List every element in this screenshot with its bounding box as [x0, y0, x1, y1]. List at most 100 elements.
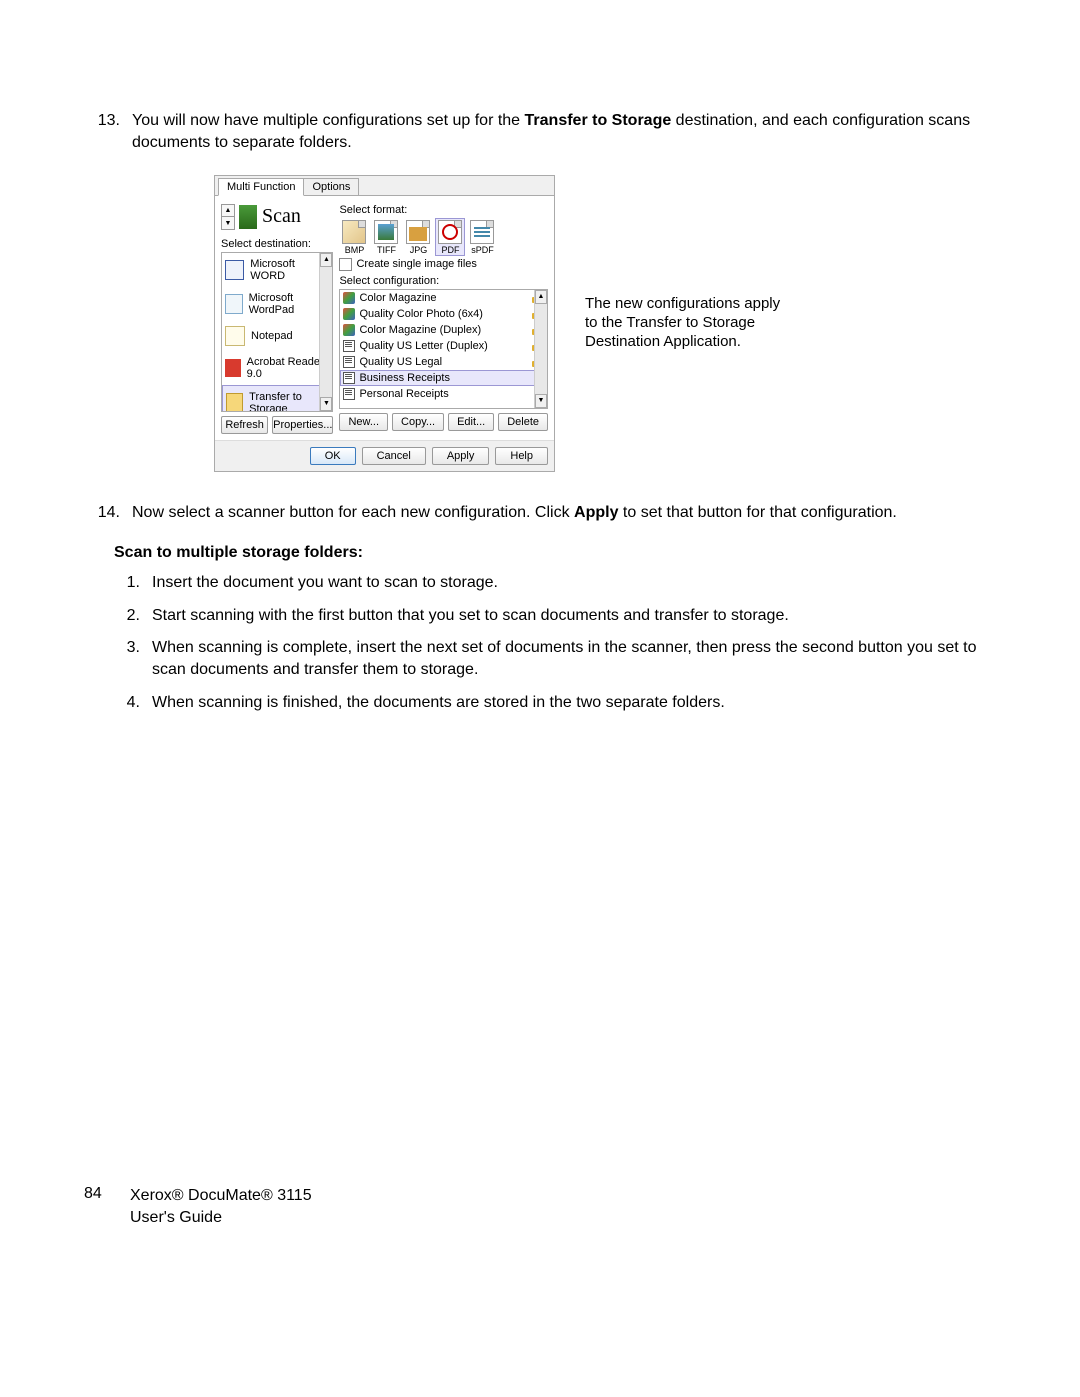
spinner-up-icon[interactable]: ▲: [222, 205, 234, 218]
list-number: 4.: [114, 692, 152, 714]
list-text: Insert the document you want to scan to …: [152, 572, 984, 594]
scrollbar[interactable]: ▲ ▼: [534, 290, 547, 408]
page-icon: [343, 372, 355, 384]
note-icon: [225, 326, 245, 346]
scan-title: Scan: [262, 205, 301, 228]
file-icon: [470, 220, 494, 244]
delete-button[interactable]: Delete: [498, 413, 548, 431]
cancel-button[interactable]: Cancel: [362, 447, 426, 465]
properties-button[interactable]: Properties...: [272, 416, 333, 434]
photo-icon: [343, 308, 355, 320]
destination-label: Microsoft WordPad: [249, 292, 330, 316]
edit-button[interactable]: Edit...: [448, 413, 494, 431]
checkbox-icon[interactable]: [339, 258, 352, 271]
help-button[interactable]: Help: [495, 447, 548, 465]
scroll-down-icon[interactable]: ▼: [320, 397, 332, 411]
scroll-up-icon[interactable]: ▲: [535, 290, 547, 304]
destination-item[interactable]: Transfer to Storage: [222, 385, 332, 412]
destination-item[interactable]: Microsoft WordPad: [222, 287, 332, 321]
destination-label: Microsoft WORD: [250, 258, 329, 282]
format-row: BMP TIFFJPGPDF sPDF: [339, 218, 548, 256]
button-number-spinner[interactable]: ▲ ▼: [221, 204, 235, 230]
list-text: When scanning is finished, the documents…: [152, 692, 984, 714]
format-bmp[interactable]: BMP: [339, 218, 369, 256]
scan-icon: [239, 205, 257, 229]
file-icon: [438, 220, 462, 244]
scroll-down-icon[interactable]: ▼: [535, 394, 547, 408]
format-label: sPDF: [468, 245, 496, 255]
config-label: Quality US Legal: [359, 356, 442, 368]
config-list[interactable]: Color Magazine Quality Color Photo (6x4) C…: [339, 289, 548, 409]
spinner-down-icon[interactable]: ▼: [222, 217, 234, 229]
step-13: 13. You will now have multiple configura…: [84, 110, 984, 155]
destination-label: Select destination:: [221, 238, 333, 250]
list-item: 4.When scanning is finished, the documen…: [114, 692, 984, 714]
config-item[interactable]: Personal Receipts: [340, 386, 547, 402]
format-pdf[interactable]: PDF: [435, 218, 465, 256]
new-button[interactable]: New...: [339, 413, 388, 431]
destination-item[interactable]: Microsoft WORD: [222, 253, 332, 287]
scroll-up-icon[interactable]: ▲: [320, 253, 332, 267]
page-icon: [343, 388, 355, 400]
screenshot-container: Multi Function Options ▲ ▼ Scan Select d…: [214, 175, 984, 472]
file-icon: [374, 220, 398, 244]
destination-list[interactable]: Microsoft WORD Microsoft WordPad Notepad Ac…: [221, 252, 333, 412]
ok-button[interactable]: OK: [310, 447, 356, 465]
format-label: TIFF: [372, 245, 400, 255]
step-text: Now select a scanner button for each new…: [132, 502, 984, 524]
destination-item[interactable]: Acrobat Reader 9.0: [222, 351, 332, 385]
destination-label: Transfer to Storage: [249, 391, 328, 412]
list-number: 3.: [114, 637, 152, 682]
config-item[interactable]: Quality Color Photo (6x4): [340, 306, 547, 322]
config-label: Color Magazine: [359, 292, 436, 304]
format-tiff[interactable]: TIFF: [371, 218, 401, 256]
page-icon: [343, 356, 355, 368]
list-item: 2.Start scanning with the first button t…: [114, 605, 984, 627]
config-item[interactable]: Color Magazine (Duplex): [340, 322, 547, 338]
destination-item[interactable]: Notepad: [222, 321, 332, 351]
destination-label: Acrobat Reader 9.0: [247, 356, 330, 380]
step-14: 14. Now select a scanner button for each…: [84, 502, 984, 524]
list-text: Start scanning with the first button tha…: [152, 605, 984, 627]
photo-icon: [343, 324, 355, 336]
refresh-button[interactable]: Refresh: [221, 416, 268, 434]
wordpad-icon: [225, 294, 243, 314]
page-icon: [343, 340, 355, 352]
word-icon: [225, 260, 244, 280]
config-label: Personal Receipts: [359, 388, 448, 400]
page-number: 84: [84, 1185, 130, 1230]
scrollbar[interactable]: ▲ ▼: [319, 253, 332, 411]
page-footer: 84 Xerox® DocuMate® 3115 User's Guide: [84, 1185, 312, 1230]
scan-dialog: Multi Function Options ▲ ▼ Scan Select d…: [214, 175, 555, 472]
apply-button[interactable]: Apply: [432, 447, 490, 465]
step-text: You will now have multiple configuration…: [132, 110, 984, 155]
subheading: Scan to multiple storage folders:: [114, 544, 984, 562]
config-item[interactable]: Quality US Letter (Duplex): [340, 338, 547, 354]
format-label: Select format:: [339, 204, 548, 216]
format-spdf[interactable]: sPDF: [467, 218, 497, 256]
config-label: Business Receipts: [359, 372, 450, 384]
list-item: 3.When scanning is complete, insert the …: [114, 637, 984, 682]
tab-strip: Multi Function Options: [215, 176, 554, 196]
format-label: PDF: [436, 245, 464, 255]
copy-button[interactable]: Copy...: [392, 413, 444, 431]
footer-text: Xerox® DocuMate® 3115 User's Guide: [130, 1185, 312, 1230]
config-item[interactable]: Color Magazine: [340, 290, 547, 306]
config-item[interactable]: Quality US Legal: [340, 354, 547, 370]
format-label: BMP: [340, 245, 368, 255]
tab-options[interactable]: Options: [303, 178, 359, 196]
single-image-checkbox[interactable]: Create single image files: [339, 258, 548, 271]
config-label: Quality US Letter (Duplex): [359, 340, 487, 352]
pdf-icon: [225, 359, 241, 377]
step-number: 14.: [84, 502, 132, 524]
list-item: 1.Insert the document you want to scan t…: [114, 572, 984, 594]
tab-multi-function[interactable]: Multi Function: [218, 178, 304, 196]
config-item[interactable]: Business Receipts: [340, 370, 547, 386]
list-number: 2.: [114, 605, 152, 627]
callout-text: The new configurations apply to the Tran…: [585, 295, 785, 351]
photo-icon: [343, 292, 355, 304]
format-jpg[interactable]: JPG: [403, 218, 433, 256]
config-label: Color Magazine (Duplex): [359, 324, 481, 336]
scan-header: ▲ ▼ Scan: [221, 202, 333, 236]
destination-label: Notepad: [251, 330, 293, 342]
